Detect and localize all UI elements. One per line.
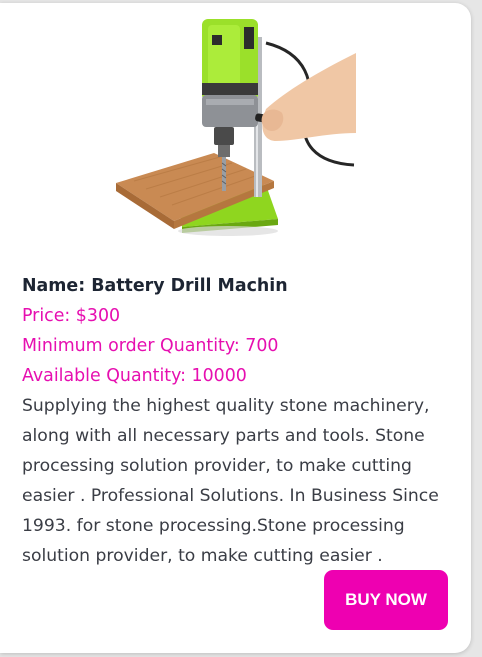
product-card: Name: Battery Drill Machin Price: $300 M… [0, 3, 471, 653]
buy-now-button[interactable]: BUY NOW [324, 570, 448, 630]
product-name: Name: Battery Drill Machin [22, 276, 288, 296]
available-quantity: Available Quantity: 10000 [22, 366, 247, 386]
product-price: Price: $300 [22, 306, 121, 326]
product-info: Name: Battery Drill Machin Price: $300 M… [22, 271, 452, 571]
product-image [116, 19, 356, 236]
min-order-quantity: Minimum order Quantity: 700 [22, 336, 279, 356]
product-description: Supplying the highest quality stone mach… [22, 396, 439, 566]
